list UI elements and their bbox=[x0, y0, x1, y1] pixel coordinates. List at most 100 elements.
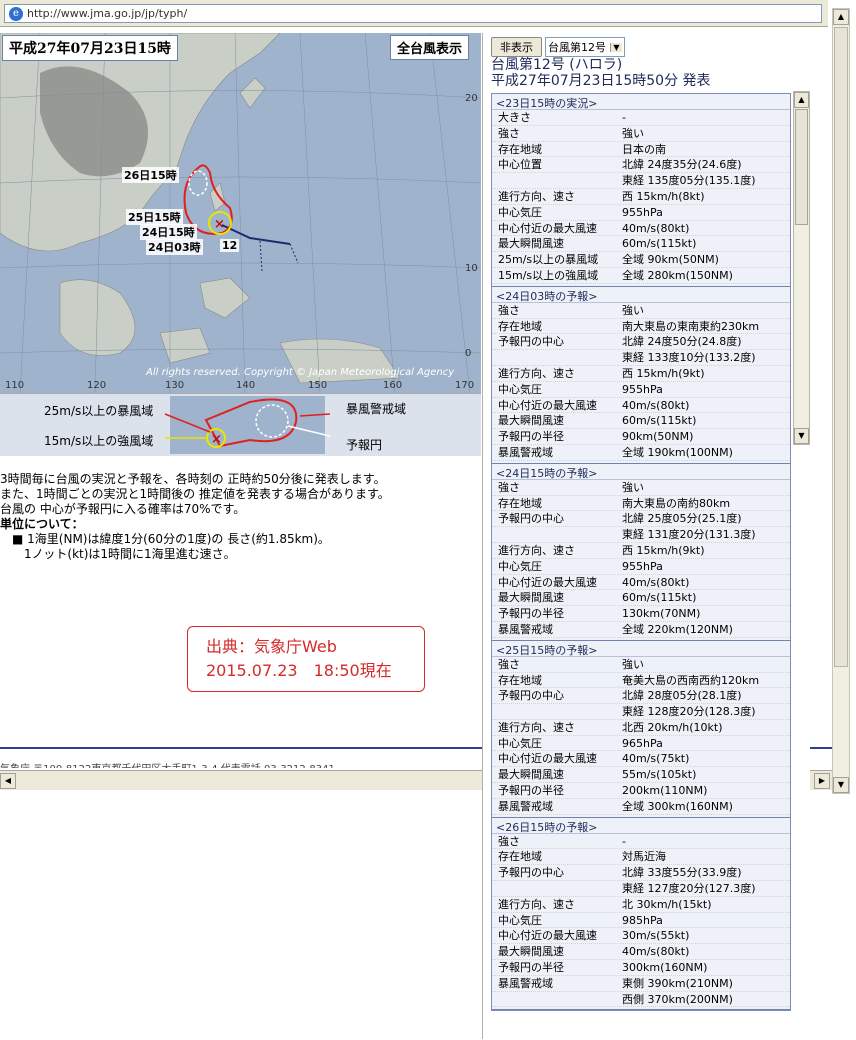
info-key: 25m/s以上の暴風域 bbox=[498, 253, 599, 267]
info-row: 暴風警戒域 全域 220km(120NM) bbox=[492, 622, 790, 638]
page-vertical-scrollbar[interactable]: ▲ ▼ bbox=[832, 8, 850, 794]
info-value: 130km(70NM) bbox=[622, 607, 701, 621]
legend-forecast-circle: 予報円 bbox=[346, 438, 383, 452]
info-row: 東経 128度20分(128.3度) bbox=[492, 704, 790, 720]
info-value: 東経 133度10分(133.2度) bbox=[622, 351, 756, 365]
info-key: 強さ bbox=[498, 126, 520, 140]
info-row: 予報円の半径 90km(50NM) bbox=[492, 429, 790, 445]
info-key: 中心付近の最大風速 bbox=[498, 221, 597, 235]
info-key: 中心気圧 bbox=[498, 382, 542, 396]
typhoon-select[interactable]: 台風第12号 ▼ bbox=[545, 37, 625, 57]
url-field[interactable]: e http://www.jma.go.jp/jp/typh/ bbox=[4, 4, 822, 23]
info-value: 北緯 24度35分(24.6度) bbox=[622, 158, 742, 172]
info-key: 中心付近の最大風速 bbox=[498, 752, 597, 766]
info-row: 中心気圧 955hPa bbox=[492, 205, 790, 221]
info-key: 最大瞬間風速 bbox=[498, 945, 564, 959]
info-value: 南大東島の南約80km bbox=[622, 496, 731, 510]
lon-label: 140 bbox=[236, 380, 256, 391]
info-value: 北緯 25度05分(25.1度) bbox=[622, 512, 742, 526]
info-value: 奄美大島の西南西約120km bbox=[622, 673, 760, 687]
info-row: 進行方向、速さ 西 15km/h(9kt) bbox=[492, 366, 790, 382]
map-drawing: × bbox=[0, 33, 481, 393]
info-row: 最大瞬間風速 60m/s(115kt) bbox=[492, 413, 790, 430]
info-section: <26日15時の予報> 強さ - 存在地域 対馬近海 予報円の中心 北緯 33度55分(33… bbox=[492, 818, 790, 1011]
scroll-down-icon[interactable]: ▼ bbox=[794, 428, 809, 444]
info-row: 中心気圧 965hPa bbox=[492, 736, 790, 752]
stamp-date: 2015.07.23 18:50現在 bbox=[206, 661, 392, 680]
show-all-typhoons-button[interactable]: 全台風表示 bbox=[390, 35, 470, 60]
note-line: 台風の 中心が予報円に入る確率は70%です。 bbox=[0, 502, 246, 516]
info-section: <24日15時の予報> 強さ 強い 存在地域 南大東島の南約80km 予報円の中心 北緯 2… bbox=[492, 464, 790, 641]
scroll-up-icon[interactable]: ▲ bbox=[794, 92, 809, 108]
info-key: 暴風警戒域 bbox=[498, 799, 553, 813]
info-key: 最大瞬間風速 bbox=[498, 768, 564, 782]
info-row: 進行方向、速さ 北 30km/h(15kt) bbox=[492, 897, 790, 913]
info-value: 強い bbox=[622, 657, 644, 671]
scroll-left-icon[interactable]: ◀ bbox=[0, 773, 16, 789]
info-value: 強い bbox=[622, 303, 644, 317]
info-value: 強い bbox=[622, 480, 644, 494]
info-value: 955hPa bbox=[622, 205, 663, 219]
info-row: 予報円の半径 130km(70NM) bbox=[492, 606, 790, 622]
info-row: 存在地域 南大東島の南約80km bbox=[492, 496, 790, 512]
info-key: 中心付近の最大風速 bbox=[498, 398, 597, 412]
info-value: 200km(110NM) bbox=[622, 784, 708, 798]
info-value: 西 15km/h(9kt) bbox=[622, 366, 705, 380]
svg-text:×: × bbox=[214, 217, 225, 232]
lat-label: 0 bbox=[465, 348, 472, 359]
info-row: 予報円の中心 北緯 33度55分(33.9度) bbox=[492, 865, 790, 882]
lat-label: 10 bbox=[465, 263, 478, 274]
info-value: 北緯 28度05分(28.1度) bbox=[622, 689, 742, 703]
info-value: 北 30km/h(15kt) bbox=[622, 897, 712, 911]
info-row: 存在地域 南大東島の東南東約230km bbox=[492, 319, 790, 335]
lat-label: 20 bbox=[465, 93, 478, 104]
info-value: 北緯 33度55分(33.9度) bbox=[622, 866, 742, 880]
info-row: 中心気圧 955hPa bbox=[492, 559, 790, 575]
info-key: 進行方向、速さ bbox=[498, 720, 575, 734]
source-stamp: 出典：気象庁Web 2015.07.23 18:50現在 bbox=[187, 626, 425, 692]
info-scrollbar[interactable]: ▲ ▼ bbox=[793, 91, 810, 445]
info-scroll-thumb[interactable] bbox=[795, 109, 808, 225]
info-value: 東経 131度20分(131.3度) bbox=[622, 528, 756, 542]
svg-text:×: × bbox=[211, 432, 222, 447]
scroll-right-icon[interactable]: ▶ bbox=[814, 773, 830, 789]
lon-label: 130 bbox=[165, 380, 185, 391]
scroll-up-icon[interactable]: ▲ bbox=[833, 9, 849, 25]
issue-time: 平成27年07月23日15時50分 発表 bbox=[491, 73, 711, 89]
info-row: 暴風警戒域 全域 190km(100NM) bbox=[492, 445, 790, 461]
scroll-down-icon[interactable]: ▼ bbox=[833, 777, 849, 793]
map-title: 平成27年07月23日15時 bbox=[2, 35, 178, 61]
info-key: 予報円の半径 bbox=[498, 430, 564, 444]
info-row: 中心付近の最大風速 30m/s(55kt) bbox=[492, 928, 790, 945]
panel-controls: 非表示 台風第12号 ▼ bbox=[491, 37, 625, 57]
info-value: 日本の南 bbox=[622, 142, 666, 156]
info-row: 予報円の中心 北緯 24度50分(24.8度) bbox=[492, 334, 790, 351]
scroll-thumb[interactable] bbox=[834, 27, 848, 667]
info-key: 予報円の半径 bbox=[498, 607, 564, 621]
info-section: <24日03時の予報> 強さ 強い 存在地域 南大東島の東南東約230km 予報円の中心 北… bbox=[492, 287, 790, 464]
hide-button[interactable]: 非表示 bbox=[491, 37, 542, 57]
info-row: 暴風警戒域 全域 300km(160NM) bbox=[492, 799, 790, 815]
info-value: 北緯 24度50分(24.8度) bbox=[622, 335, 742, 349]
info-key bbox=[492, 173, 622, 188]
info-row: 東経 127度20分(127.3度) bbox=[492, 881, 790, 897]
info-row: 東経 133度10分(133.2度) bbox=[492, 350, 790, 366]
info-row: 中心気圧 955hPa bbox=[492, 382, 790, 398]
typhoon-name: 台風第12号 (ハロラ) bbox=[491, 57, 623, 73]
footer-address: 気象庁 〒100-8122東京都千代田区大手町1-3-4 代表電話 03-321… bbox=[0, 760, 335, 768]
info-value: 全域 300km(160NM) bbox=[622, 799, 733, 813]
info-key: 中心気圧 bbox=[498, 913, 542, 927]
info-key: 存在地域 bbox=[498, 319, 542, 333]
track-label-24-15: 24日15時 bbox=[140, 224, 197, 240]
section-heading: <26日15時の予報> bbox=[492, 818, 790, 834]
info-value: 西 15km/h(8kt) bbox=[622, 189, 705, 203]
section-heading: <23日15時の実況> bbox=[492, 94, 790, 110]
info-key bbox=[492, 704, 622, 719]
info-key: 中心気圧 bbox=[498, 205, 542, 219]
info-row: 暴風警戒域 東側 390km(210NM) bbox=[492, 976, 790, 992]
chevron-down-icon[interactable]: ▼ bbox=[610, 42, 622, 52]
track-label-25: 25日15時 bbox=[126, 209, 183, 225]
section-heading: <24日03時の予報> bbox=[492, 287, 790, 303]
track-label-26: 26日15時 bbox=[122, 167, 179, 183]
typhoon-map[interactable]: × 平成27年07月23日15時 全台風表示 20 10 0 110 120 1… bbox=[0, 33, 481, 393]
